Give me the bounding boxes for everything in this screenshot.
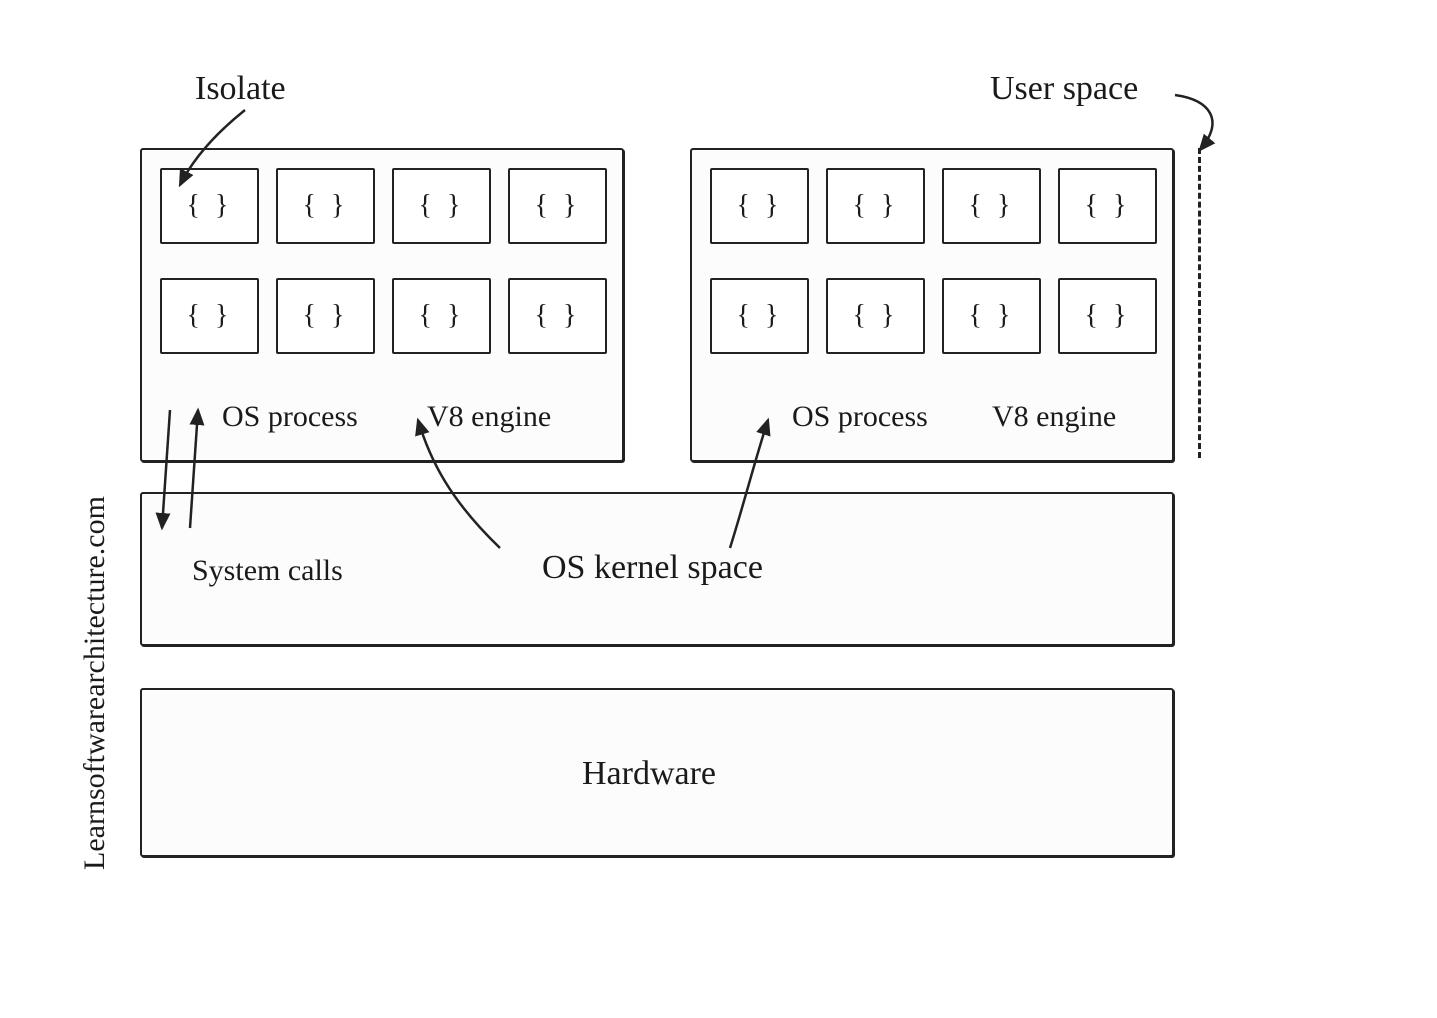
hardware-label: Hardware (582, 755, 716, 793)
isolate-box: { } (710, 168, 809, 244)
isolate-box: { } (508, 278, 607, 354)
continuation-dashed-line (1198, 148, 1201, 458)
isolate-box: { } (1058, 278, 1157, 354)
isolate-heading: Isolate (195, 70, 286, 108)
isolate-box: { } (392, 168, 491, 244)
v8-engine-label: V8 engine (992, 400, 1116, 434)
isolate-box: { } (826, 168, 925, 244)
isolate-box: { } (276, 278, 375, 354)
os-process-label: OS process (222, 400, 358, 434)
isolate-box: { } (276, 168, 375, 244)
os-kernel-box: System calls OS kernel space (140, 492, 1174, 646)
system-calls-label: System calls (192, 554, 343, 588)
isolate-box: { } (160, 168, 259, 244)
process-box-2: { } { } { } { } { } { } { } { } OS proce… (690, 148, 1174, 462)
isolate-box: { } (508, 168, 607, 244)
isolate-box: { } (942, 168, 1041, 244)
v8-engine-label: V8 engine (427, 400, 551, 434)
arrow-user-space (1175, 95, 1212, 150)
isolate-box: { } (392, 278, 491, 354)
os-kernel-label: OS kernel space (542, 549, 763, 587)
isolate-box: { } (710, 278, 809, 354)
os-process-label: OS process (792, 400, 928, 434)
isolate-box: { } (942, 278, 1041, 354)
isolate-box: { } (826, 278, 925, 354)
process-box-1: { } { } { } { } { } { } { } { } OS proce… (140, 148, 624, 462)
watermark-text: Learnsoftwarearchitecture.com (78, 496, 112, 870)
isolate-box: { } (160, 278, 259, 354)
isolate-box: { } (1058, 168, 1157, 244)
user-space-heading: User space (990, 70, 1138, 108)
diagram-canvas: Learnsoftwarearchitecture.com Isolate Us… (0, 0, 1437, 1018)
hardware-box: Hardware (140, 688, 1174, 857)
